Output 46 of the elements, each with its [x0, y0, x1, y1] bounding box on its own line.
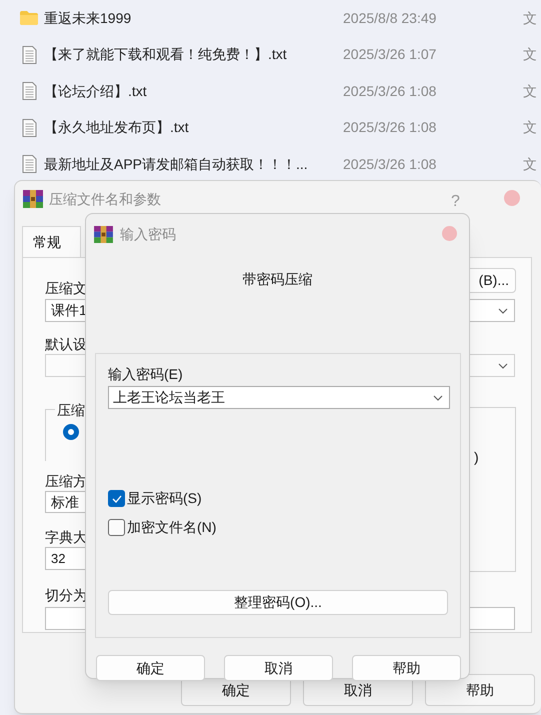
dialog-button[interactable]: 确定 — [96, 655, 205, 681]
file-type: 文 — [523, 8, 537, 28]
tab[interactable]: 常规 — [22, 226, 81, 257]
checkbox[interactable] — [108, 490, 125, 507]
checkmark-icon — [112, 494, 122, 502]
window-title: 压缩文件名和参数 — [49, 190, 161, 208]
chevron-down-icon — [433, 394, 443, 400]
dialog-button[interactable]: 帮助 — [425, 674, 535, 706]
password-field[interactable]: 上老王论坛当老王 — [108, 386, 450, 409]
file-type: 文 — [523, 45, 537, 64]
file-name[interactable]: 最新地址及APP请发邮箱自动获取！！！... — [44, 154, 343, 175]
chevron-down-icon — [498, 362, 508, 368]
dialog-button[interactable]: 取消 — [224, 655, 333, 681]
file-type: 文 — [523, 82, 537, 101]
option-label: ) — [474, 448, 479, 467]
dialog-button[interactable]: 帮助 — [352, 655, 461, 681]
chevron-down-icon — [498, 308, 508, 314]
field-label: 压缩文 — [45, 279, 87, 295]
app-icon — [23, 190, 43, 208]
file-date: 2025/3/26 1:08 — [343, 154, 438, 174]
checkbox[interactable] — [108, 519, 125, 536]
text-file-icon — [22, 82, 37, 100]
file-name[interactable]: 【永久地址发布页】.txt — [44, 117, 343, 138]
field-label: 压缩方 — [45, 472, 87, 488]
app-icon — [94, 226, 113, 242]
file-type: 文 — [523, 154, 537, 174]
checkbox-label[interactable]: 加密文件名(N) — [127, 517, 216, 538]
text-file-icon — [22, 155, 37, 174]
file-date: 2025/3/26 1:08 — [343, 82, 438, 101]
text-file-icon — [22, 118, 37, 137]
file-type: 文 — [523, 118, 537, 138]
file-name[interactable]: 重返未来1999 — [44, 8, 343, 29]
checkbox-label[interactable]: 显示密码(S) — [127, 488, 202, 509]
file-date: 2025/3/26 1:08 — [343, 118, 438, 138]
file-date: 2025/3/26 1:07 — [343, 45, 438, 64]
field-label: 默认设 — [45, 335, 87, 351]
file-name[interactable]: 【论坛介绍】.txt — [44, 80, 343, 102]
text-file-icon — [22, 46, 37, 64]
dialog-heading: 带密码压缩 — [242, 270, 314, 287]
field-label: 输入密码(E) — [108, 365, 184, 382]
window-title: 输入密码 — [120, 224, 176, 244]
radio-button[interactable] — [63, 424, 79, 440]
organize-passwords-button[interactable]: 整理密码(O)... — [108, 590, 448, 615]
file-name[interactable]: 【来了就能下载和观看！纯免费！】.txt — [44, 44, 343, 66]
folder-icon — [20, 11, 38, 26]
file-date: 2025/8/8 23:49 — [343, 8, 438, 28]
